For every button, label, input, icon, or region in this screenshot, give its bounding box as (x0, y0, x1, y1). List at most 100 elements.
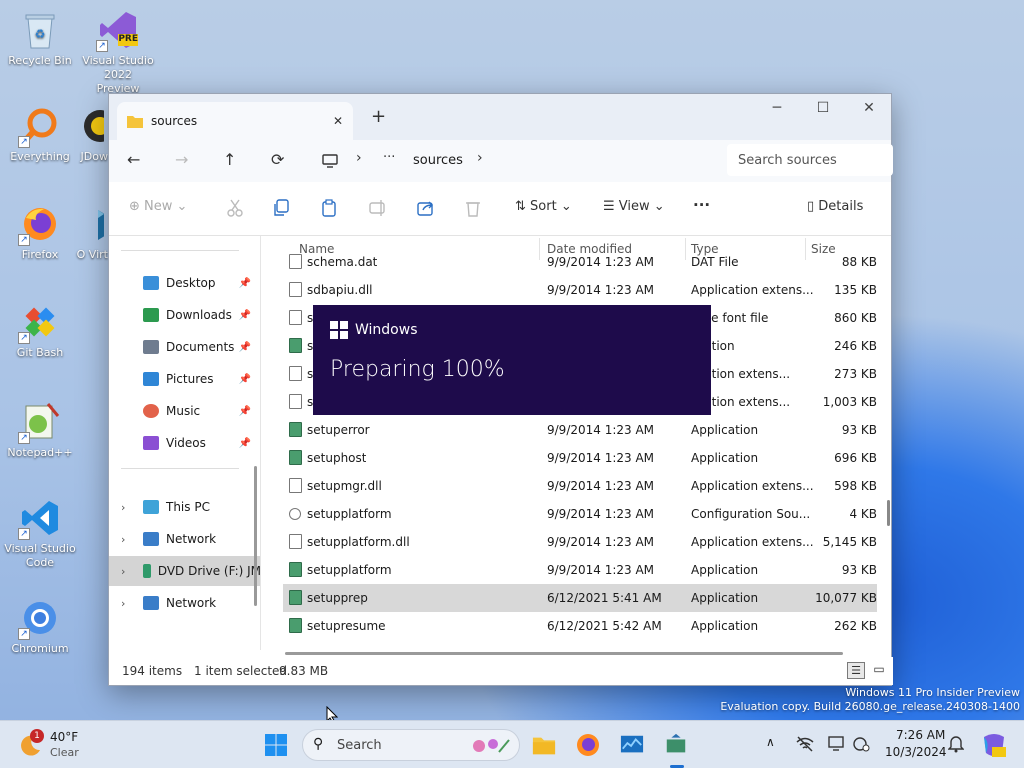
minimize-button[interactable]: ─ (754, 100, 800, 116)
file-date: 9/9/2014 1:23 AM (547, 283, 655, 297)
sidebar-item-downloads[interactable]: Downloads 📌 (109, 300, 260, 330)
rename-icon[interactable] (369, 199, 387, 217)
breadcrumb-overflow-button[interactable]: ··· (383, 150, 395, 165)
desktop-icon-label: Visual Studio 2022 Preview (82, 54, 154, 95)
chevron-right-icon[interactable]: › (121, 565, 125, 578)
show-hidden-icons-button[interactable]: ∧ (766, 735, 775, 749)
table-row[interactable]: setuperror 9/9/2014 1:23 AM Application 93 … (283, 416, 877, 444)
desktop-icon-visual-studio-preview[interactable]: PRE ↗ Visual Studio 2022 Preview (78, 8, 158, 96)
new-button[interactable]: ⊕ New ⌄ (129, 199, 187, 214)
table-row[interactable]: setupmgr.dll 9/9/2014 1:23 AM Application … (283, 472, 877, 500)
details-pane-button[interactable]: ▯ Details (807, 199, 863, 214)
sidebar-item-dvd-drive[interactable]: › DVD Drive (F:) JM (109, 556, 261, 586)
sort-button[interactable]: ⇅ Sort ⌄ (515, 199, 572, 214)
pin-icon: 📌 (238, 373, 251, 385)
desktop-icon-label: Notepad++ (7, 446, 73, 459)
delete-icon[interactable] (465, 199, 481, 217)
file-type: Application (691, 423, 759, 437)
sidebar-item-network-2[interactable]: › Network (109, 588, 260, 618)
desktop-icon-notepad-plus-plus[interactable]: ↗ Notepad++ (0, 400, 80, 460)
table-row[interactable]: schema.dat 9/9/2014 1:23 AM DAT File 88 KB (283, 248, 877, 276)
close-button[interactable]: ✕ (846, 100, 892, 116)
sidebar-item-desktop[interactable]: Desktop 📌 (109, 268, 260, 298)
copilot-preview-icon[interactable] (980, 731, 1008, 759)
close-tab-icon[interactable]: ✕ (333, 114, 343, 128)
view-button[interactable]: ☰ View ⌄ (603, 199, 665, 214)
download-icon (143, 308, 159, 322)
sidebar-item-label: DVD Drive (F:) JM (157, 564, 261, 578)
tiles-view-button[interactable]: ▭ (871, 662, 887, 679)
file-name: setupresume (307, 619, 386, 633)
table-row[interactable]: sdbapiu.dll 9/9/2014 1:23 AM Application e… (283, 276, 877, 304)
maximize-button[interactable]: ☐ (800, 100, 846, 116)
sidebar-item-videos[interactable]: Videos 📌 (109, 428, 260, 458)
tab-sources[interactable]: sources ✕ (117, 102, 353, 140)
table-row[interactable]: setupplatform 9/9/2014 1:23 AM Application… (283, 556, 877, 584)
sidebar-item-music[interactable]: Music 📌 (109, 396, 260, 426)
this-pc-monitor-icon[interactable] (322, 153, 338, 169)
folder-icon (127, 116, 143, 128)
sort-ascending-icon: ⌃ (412, 236, 421, 243)
clock-date[interactable]: 10/3/2024 (885, 745, 947, 759)
sort-icon: ⇅ (515, 199, 526, 214)
pin-icon: 📌 (238, 341, 251, 353)
chevron-right-icon[interactable]: › (121, 501, 125, 514)
scroll-thumb[interactable] (887, 500, 890, 526)
task-manager-taskbar-icon[interactable] (620, 733, 644, 757)
setup-app-taskbar-icon[interactable] (664, 733, 688, 757)
vscode-icon: ↗ (18, 496, 62, 540)
table-row[interactable]: setuphost 9/9/2014 1:23 AM Application 696 … (283, 444, 877, 472)
desktop-icon-git-bash[interactable]: ↗ Git Bash (0, 300, 80, 360)
search-input[interactable]: Search sources (727, 144, 893, 176)
sidebar-item-pictures[interactable]: Pictures 📌 (109, 364, 260, 394)
network-offline-icon[interactable] (796, 736, 814, 752)
breadcrumb-sources[interactable]: sources (413, 153, 463, 168)
table-row[interactable]: setupplatform.dll 9/9/2014 1:23 AM Applica… (283, 528, 877, 556)
application-file-icon (289, 422, 302, 437)
sidebar-item-label: Network (166, 532, 217, 546)
sidebar-item-this-pc[interactable]: › This PC (109, 492, 260, 522)
sidebar-item-documents[interactable]: Documents 📌 (109, 332, 260, 362)
back-button[interactable]: ← (127, 150, 140, 169)
firefox-taskbar-icon[interactable] (576, 733, 600, 757)
file-type: Application extens... (691, 283, 814, 297)
cut-icon[interactable] (227, 199, 243, 217)
selection-size: 9.83 MB (279, 664, 329, 678)
new-tab-button[interactable]: + (371, 106, 386, 127)
display-icon[interactable] (828, 736, 846, 752)
notification-bell-icon[interactable] (948, 735, 964, 753)
desktop-icon-oracle-virtualbox[interactable]: O Virt (60, 202, 108, 262)
file-name: setupmgr.dll (307, 479, 382, 493)
taskbar-search-box[interactable]: ⚲ Search (302, 729, 520, 761)
horizontal-scrollbar[interactable] (285, 652, 843, 655)
vertical-scrollbar[interactable] (885, 236, 893, 650)
weather-temp: 40°F (50, 730, 79, 744)
paste-icon[interactable] (321, 199, 337, 217)
file-explorer-taskbar-icon[interactable] (532, 733, 556, 757)
start-button-icon[interactable] (264, 733, 288, 757)
desktop-icon-jdownloader[interactable]: JDow (60, 104, 108, 164)
notepad-plus-plus-icon: ↗ (18, 400, 62, 444)
copy-icon[interactable] (273, 199, 289, 217)
refresh-button[interactable]: ⟳ (271, 150, 284, 169)
table-row[interactable]: setupplatform 9/9/2014 1:23 AM Configurati… (283, 500, 877, 528)
sidebar-scrollbar[interactable] (254, 466, 257, 606)
share-icon[interactable] (417, 199, 435, 217)
table-row[interactable]: setupprep 6/12/2021 5:41 AM Application 10,… (283, 584, 877, 612)
chevron-right-icon[interactable]: › (121, 597, 125, 610)
forward-button[interactable]: → (175, 150, 188, 169)
details-view-button[interactable]: ☰ (847, 662, 865, 679)
table-row[interactable]: setupresume 6/12/2021 5:42 AM Application 2… (283, 612, 877, 640)
sidebar-item-network[interactable]: › Network (109, 524, 260, 554)
desktop-icon-recycle-bin[interactable]: ♻ Recycle Bin (0, 8, 80, 68)
file-name: setupplatform.dll (307, 535, 410, 549)
desktop-icon-chromium[interactable]: ↗ Chromium (0, 596, 80, 656)
weather-widget[interactable]: 1 40°F Clear (18, 727, 98, 763)
clock-time[interactable]: 7:26 AM (896, 728, 945, 742)
accessibility-icon[interactable] (852, 736, 870, 752)
up-button[interactable]: ↑ (223, 150, 236, 169)
breadcrumb-separator: › (477, 150, 483, 166)
desktop-icon-vscode[interactable]: ↗ Visual Studio Code (0, 496, 80, 570)
chevron-right-icon[interactable]: › (121, 533, 125, 546)
more-options-button[interactable]: ··· (693, 196, 710, 214)
